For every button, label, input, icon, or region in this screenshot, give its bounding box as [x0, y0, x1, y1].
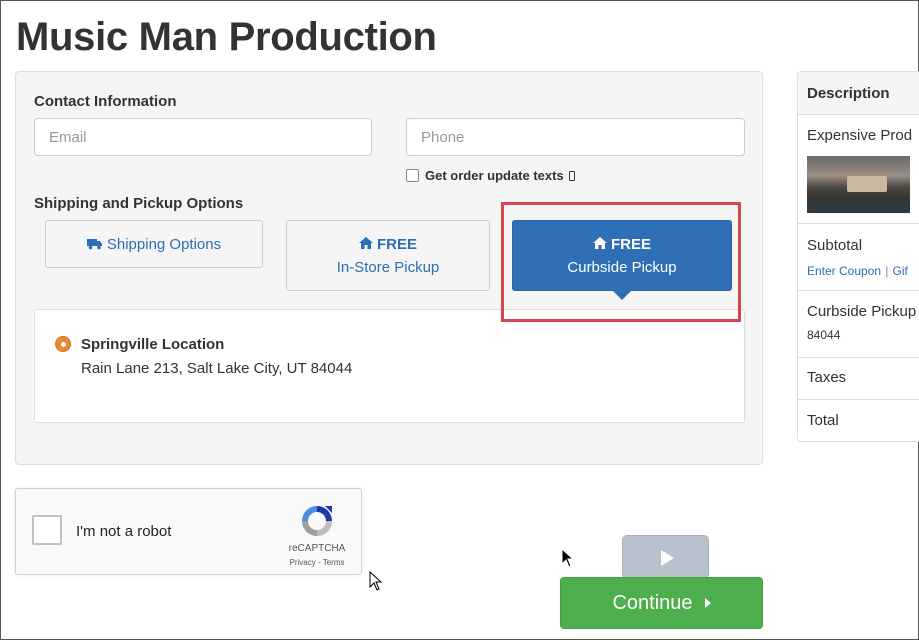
shipping-heading: Shipping and Pickup Options — [34, 195, 244, 212]
link-separator: | — [885, 264, 889, 278]
in-store-free-tag: FREE — [376, 235, 417, 253]
subtotal-label: Subtotal — [807, 237, 863, 254]
sms-optin[interactable]: Get order update texts — [406, 168, 575, 183]
truck-icon — [86, 238, 102, 249]
home-icon — [358, 236, 373, 249]
page-title: Music Man Production — [16, 15, 437, 59]
summary-header: Description — [807, 85, 890, 102]
arrow-cursor-icon — [561, 548, 575, 568]
recaptcha-widget: I'm not a robot reCAPTCHA Privacy - Term… — [15, 488, 362, 575]
highlight-annotation — [501, 202, 741, 322]
recaptcha-logo-icon — [302, 506, 332, 536]
phone-input[interactable] — [406, 118, 745, 156]
curbside-summary-label: Curbside Pickup — [807, 303, 917, 320]
shipping-options-button[interactable]: Shipping Options — [45, 220, 263, 268]
contact-heading: Contact Information — [34, 93, 177, 110]
email-input[interactable] — [34, 118, 372, 156]
sms-optin-label: Get order update texts — [425, 168, 564, 183]
sms-optin-checkbox[interactable] — [406, 169, 419, 182]
continue-label: Continue — [612, 591, 693, 614]
play-button[interactable] — [622, 535, 709, 579]
continue-button[interactable]: Continue — [560, 577, 763, 629]
play-icon — [661, 550, 674, 566]
caret-right-icon — [704, 598, 711, 608]
in-store-pickup-button[interactable]: FREE In-Store Pickup — [286, 220, 490, 291]
order-summary: Description Expensive Prod Subtotal Ente… — [797, 71, 919, 442]
total-label: Total — [807, 412, 839, 429]
mobile-phone-icon — [568, 170, 575, 181]
recaptcha-brand: reCAPTCHA — [288, 543, 346, 554]
location-name: Springville Location — [81, 336, 225, 353]
recaptcha-label: I'm not a robot — [76, 523, 172, 540]
taxes-label: Taxes — [807, 369, 847, 386]
curbside-zip: 84044 — [807, 328, 841, 342]
in-store-pickup-label: In-Store Pickup — [336, 258, 440, 276]
gift-card-link[interactable]: Gif — [893, 264, 908, 278]
product-thumbnail — [807, 156, 910, 213]
location-radio[interactable] — [55, 336, 71, 352]
location-address: Rain Lane 213, Salt Lake City, UT 84044 — [81, 360, 353, 377]
mouse-pointer-icon — [369, 571, 383, 591]
enter-coupon-link[interactable]: Enter Coupon — [807, 264, 881, 278]
pickup-location-box: Springville Location Rain Lane 213, Salt… — [34, 309, 745, 423]
recaptcha-terms[interactable]: Privacy - Terms — [278, 558, 356, 567]
shipping-options-label: Shipping Options — [106, 235, 222, 253]
recaptcha-checkbox[interactable] — [32, 515, 62, 545]
product-name: Expensive Prod — [807, 127, 913, 144]
